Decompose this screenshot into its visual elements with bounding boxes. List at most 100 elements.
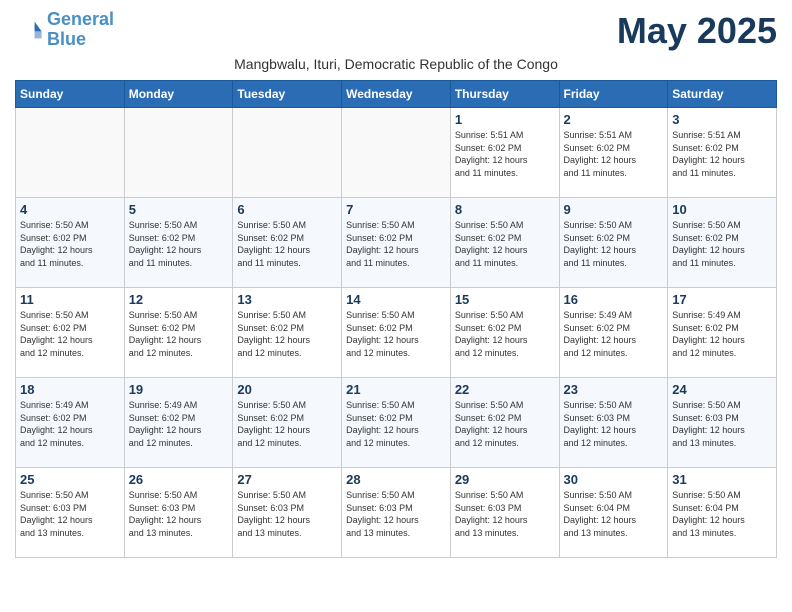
day-number: 11 [20,292,120,307]
day-number: 2 [564,112,664,127]
day-number: 22 [455,382,555,397]
day-info: Sunrise: 5:50 AM Sunset: 6:02 PM Dayligh… [237,399,337,449]
day-number: 7 [346,202,446,217]
calendar-cell: 25Sunrise: 5:50 AM Sunset: 6:03 PM Dayli… [16,468,125,558]
day-info: Sunrise: 5:49 AM Sunset: 6:02 PM Dayligh… [20,399,120,449]
calendar-cell [233,108,342,198]
calendar-cell: 24Sunrise: 5:50 AM Sunset: 6:03 PM Dayli… [668,378,777,468]
calendar-cell: 4 Sunrise: 5:50 AM Sunset: 6:02 PM Daylig… [16,198,125,288]
calendar-cell: 18 Sunrise: 5:49 AM Sunset: 6:02 PM Dayli… [16,378,125,468]
day-number: 28 [346,472,446,487]
logo-icon [15,16,43,44]
day-info: Sunrise: 5:50 AM Sunset: 6:02 PM Dayligh… [129,309,229,359]
day-info: Sunrise: 5:50 AM Sunset: 6:03 PM Dayligh… [129,489,229,539]
header-cell-sunday: Sunday [16,81,125,108]
day-info: Sunrise: 5:50 AM Sunset: 6:02 PM Dayligh… [237,309,337,359]
calendar-cell: 1Sunrise: 5:51 AM Sunset: 6:02 PM Daylig… [450,108,559,198]
day-number: 4 [20,202,120,217]
day-number: 17 [672,292,772,307]
calendar-week-row: 1 Sunrise: 5:51 AM Sunset: 6:02 PM Daylig… [16,108,777,198]
day-number: 14 [346,292,446,307]
day-info: Sunrise: 5:49 AM Sunset: 6:02 PM Dayligh… [129,399,229,449]
subtitle: Mangbwalu, Ituri, Democratic Republic of… [15,56,777,72]
day-info: Sunrise: 5:50 AM Sunset: 6:02 PM Dayligh… [672,219,772,269]
day-number: 13 [237,292,337,307]
day-info: Sunrise: 5:50 AM Sunset: 6:03 PM Dayligh… [672,399,772,449]
day-number: 27 [237,472,337,487]
day-number: 10 [672,202,772,217]
day-number: 9 [564,202,664,217]
calendar-cell: 11 Sunrise: 5:50 AM Sunset: 6:02 PM Dayli… [16,288,125,378]
calendar-cell: 31Sunrise: 5:50 AM Sunset: 6:04 PM Dayli… [668,468,777,558]
header-cell-tuesday: Tuesday [233,81,342,108]
day-info: Sunrise: 5:51 AM Sunset: 6:02 PM Dayligh… [672,129,772,179]
day-number: 19 [129,382,229,397]
header-cell-monday: Monday [124,81,233,108]
calendar-cell: 7 Sunrise: 5:50 AM Sunset: 6:02 PM Daylig… [342,198,451,288]
day-info: Sunrise: 5:50 AM Sunset: 6:03 PM Dayligh… [346,489,446,539]
month-title: May 2025 [617,10,777,52]
day-number: 18 [20,382,120,397]
calendar-week-row: 11 Sunrise: 5:50 AM Sunset: 6:02 PM Dayli… [16,288,777,378]
calendar-cell: 5Sunrise: 5:50 AM Sunset: 6:02 PM Daylig… [124,198,233,288]
calendar-cell: 14Sunrise: 5:50 AM Sunset: 6:02 PM Dayli… [342,288,451,378]
day-number: 21 [346,382,446,397]
day-number: 15 [455,292,555,307]
calendar-cell: 30Sunrise: 5:50 AM Sunset: 6:04 PM Dayli… [559,468,668,558]
calendar-cell: 26 Sunrise: 5:50 AM Sunset: 6:03 PM Dayli… [124,468,233,558]
day-info: Sunrise: 5:49 AM Sunset: 6:02 PM Dayligh… [564,309,664,359]
day-info: Sunrise: 5:50 AM Sunset: 6:03 PM Dayligh… [20,489,120,539]
calendar-cell [16,108,125,198]
calendar-cell: 3 Sunrise: 5:51 AM Sunset: 6:02 PM Daylig… [668,108,777,198]
day-info: Sunrise: 5:50 AM Sunset: 6:03 PM Dayligh… [237,489,337,539]
calendar-cell: 13 Sunrise: 5:50 AM Sunset: 6:02 PM Dayli… [233,288,342,378]
day-number: 1 [455,112,555,127]
day-info: Sunrise: 5:50 AM Sunset: 6:02 PM Dayligh… [455,399,555,449]
calendar-table: SundayMondayTuesdayWednesdayThursdayFrid… [15,80,777,558]
day-info: Sunrise: 5:51 AM Sunset: 6:02 PM Dayligh… [564,129,664,179]
day-number: 20 [237,382,337,397]
day-number: 8 [455,202,555,217]
logo-text: GeneralBlue [47,10,114,50]
day-info: Sunrise: 5:50 AM Sunset: 6:02 PM Dayligh… [346,219,446,269]
day-info: Sunrise: 5:50 AM Sunset: 6:02 PM Dayligh… [564,219,664,269]
logo: GeneralBlue [15,10,114,50]
day-info: Sunrise: 5:50 AM Sunset: 6:02 PM Dayligh… [455,219,555,269]
calendar-cell: 16 Sunrise: 5:49 AM Sunset: 6:02 PM Dayli… [559,288,668,378]
day-info: Sunrise: 5:50 AM Sunset: 6:03 PM Dayligh… [564,399,664,449]
day-number: 12 [129,292,229,307]
calendar-cell: 6Sunrise: 5:50 AM Sunset: 6:02 PM Daylig… [233,198,342,288]
calendar-cell: 23 Sunrise: 5:50 AM Sunset: 6:03 PM Dayli… [559,378,668,468]
day-info: Sunrise: 5:50 AM Sunset: 6:02 PM Dayligh… [129,219,229,269]
calendar-cell: 15 Sunrise: 5:50 AM Sunset: 6:02 PM Dayli… [450,288,559,378]
day-number: 16 [564,292,664,307]
day-number: 31 [672,472,772,487]
calendar-header-row: SundayMondayTuesdayWednesdayThursdayFrid… [16,81,777,108]
calendar-cell: 28 Sunrise: 5:50 AM Sunset: 6:03 PM Dayli… [342,468,451,558]
calendar-cell: 29 Sunrise: 5:50 AM Sunset: 6:03 PM Dayli… [450,468,559,558]
day-info: Sunrise: 5:50 AM Sunset: 6:02 PM Dayligh… [20,309,120,359]
day-info: Sunrise: 5:50 AM Sunset: 6:02 PM Dayligh… [237,219,337,269]
calendar-week-row: 18 Sunrise: 5:49 AM Sunset: 6:02 PM Dayli… [16,378,777,468]
header-cell-thursday: Thursday [450,81,559,108]
day-info: Sunrise: 5:50 AM Sunset: 6:02 PM Dayligh… [455,309,555,359]
calendar-cell [124,108,233,198]
calendar-cell: 17 Sunrise: 5:49 AM Sunset: 6:02 PM Dayli… [668,288,777,378]
day-number: 3 [672,112,772,127]
calendar-week-row: 4 Sunrise: 5:50 AM Sunset: 6:02 PM Daylig… [16,198,777,288]
calendar-week-row: 25Sunrise: 5:50 AM Sunset: 6:03 PM Dayli… [16,468,777,558]
calendar-cell: 22 Sunrise: 5:50 AM Sunset: 6:02 PM Dayli… [450,378,559,468]
header-cell-saturday: Saturday [668,81,777,108]
day-info: Sunrise: 5:50 AM Sunset: 6:02 PM Dayligh… [20,219,120,269]
calendar-cell: 20 Sunrise: 5:50 AM Sunset: 6:02 PM Dayli… [233,378,342,468]
day-number: 23 [564,382,664,397]
calendar-cell: 10 Sunrise: 5:50 AM Sunset: 6:02 PM Dayli… [668,198,777,288]
day-info: Sunrise: 5:49 AM Sunset: 6:02 PM Dayligh… [672,309,772,359]
day-number: 29 [455,472,555,487]
calendar-cell: 12 Sunrise: 5:50 AM Sunset: 6:02 PM Dayli… [124,288,233,378]
calendar-cell: 2 Sunrise: 5:51 AM Sunset: 6:02 PM Daylig… [559,108,668,198]
day-info: Sunrise: 5:50 AM Sunset: 6:03 PM Dayligh… [455,489,555,539]
day-number: 26 [129,472,229,487]
day-info: Sunrise: 5:50 AM Sunset: 6:02 PM Dayligh… [346,399,446,449]
header: GeneralBlue May 2025 [15,10,777,52]
